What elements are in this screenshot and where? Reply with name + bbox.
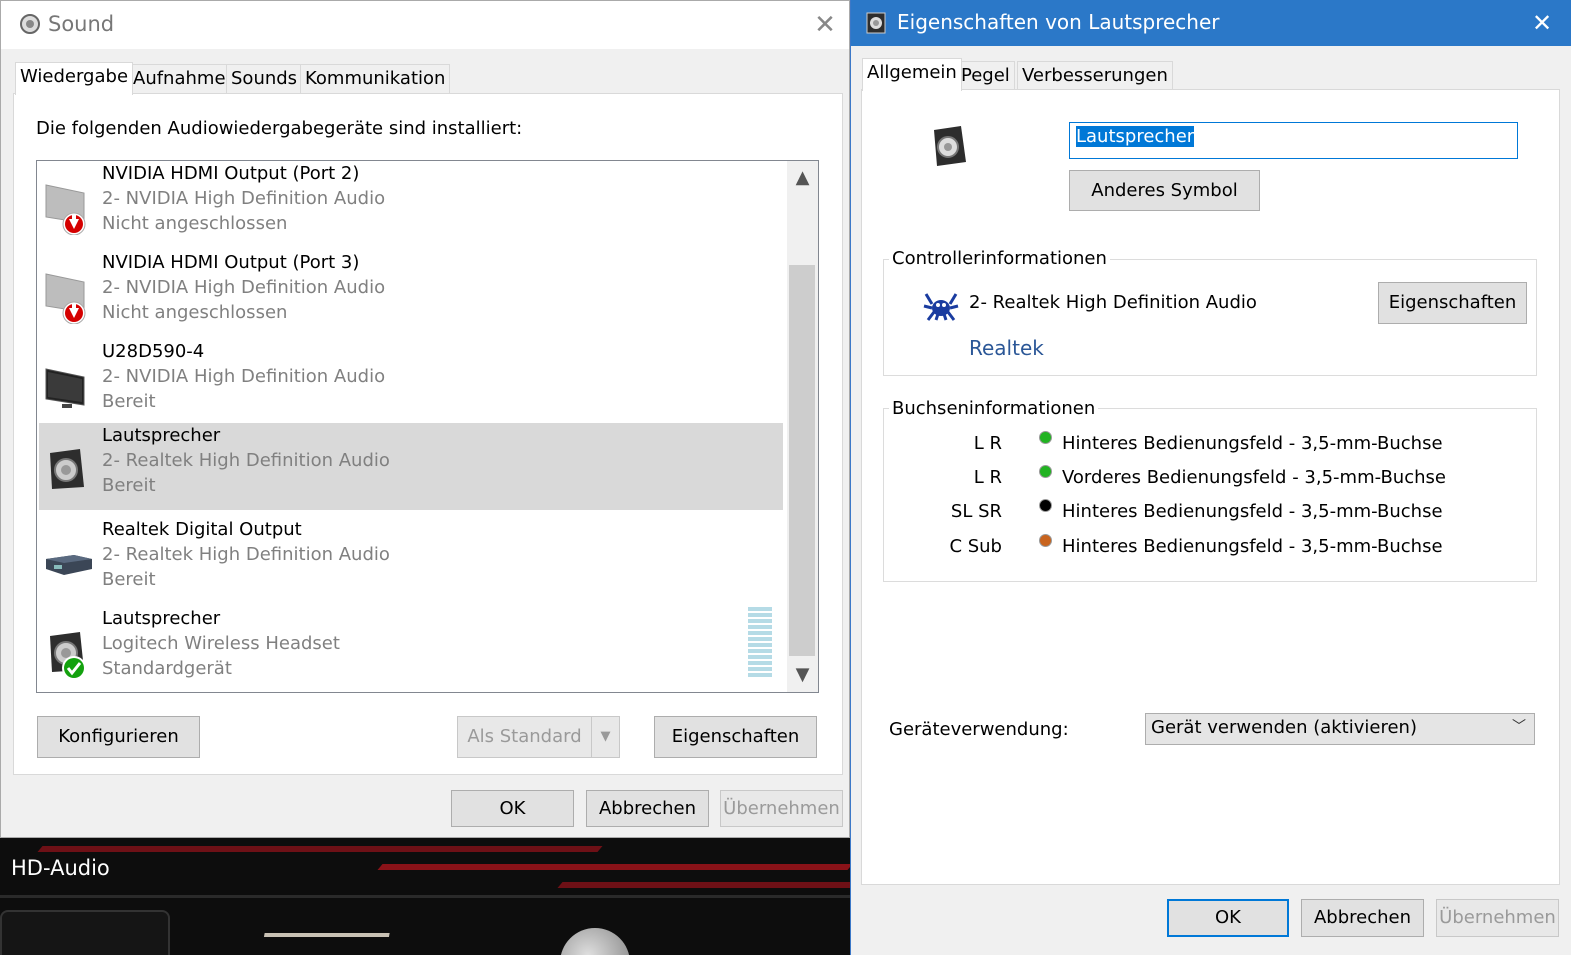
- monitor-disconnected-icon: [45, 273, 86, 324]
- monitor-disconnected-icon: [45, 184, 86, 235]
- speaker-icon: [50, 449, 84, 489]
- hd-audio-title: HD-Audio: [11, 856, 110, 880]
- tab-allgemein[interactable]: Allgemein: [862, 58, 962, 91]
- decorative-stripe: [37, 846, 603, 852]
- device-status: Bereit: [102, 391, 156, 412]
- device-usage-select[interactable]: Gerät verwenden (aktivieren) ﹀: [1145, 713, 1535, 745]
- device-panel[interactable]: [0, 910, 170, 955]
- scroll-down-icon[interactable]: ▼: [787, 658, 818, 692]
- ok-button[interactable]: OK: [1167, 899, 1289, 937]
- decorative-stripe: [557, 882, 850, 888]
- device-driver: 2- Realtek High Definition Audio: [102, 544, 390, 565]
- jack-channels: SL SR: [950, 501, 1002, 522]
- microphone-icon[interactable]: [560, 928, 630, 955]
- device-driver: 2- NVIDIA High Definition Audio: [102, 277, 386, 298]
- speaker-app-icon: [20, 14, 40, 34]
- tab-wiedergabe[interactable]: Wiedergabe: [15, 62, 134, 95]
- jack-color-green-icon: [1039, 431, 1052, 444]
- jack-channels: C Sub: [949, 536, 1002, 557]
- device-item[interactable]: Lautsprecher Logitech Wireless Headset S…: [39, 606, 783, 692]
- jack-channels: L R: [973, 433, 1002, 454]
- realtek-link[interactable]: Realtek: [969, 336, 1044, 360]
- properties-titlebar[interactable]: Eigenschaften von Lautsprecher ✕: [851, 0, 1571, 46]
- device-driver: Logitech Wireless Headset: [102, 633, 340, 654]
- scroll-up-icon[interactable]: ▲: [787, 161, 818, 195]
- cancel-button[interactable]: Abbrechen: [586, 790, 709, 827]
- device-status: Nicht angeschlossen: [102, 213, 288, 234]
- list-description: Die folgenden Audiowiedergabegeräte sind…: [36, 118, 523, 139]
- jack-color-black-icon: [1039, 499, 1052, 512]
- device-properties-button[interactable]: Eigenschaften: [654, 716, 817, 758]
- device-name: Lautsprecher: [102, 608, 221, 629]
- device-status: Bereit: [102, 569, 156, 590]
- close-icon[interactable]: ✕: [1526, 7, 1558, 39]
- close-icon[interactable]: ✕: [809, 9, 841, 41]
- jack-description: Vorderes Bedienungsfeld - 3,5-mm-Buchse: [1062, 467, 1446, 488]
- controller-properties-button[interactable]: Eigenschaften: [1378, 282, 1527, 324]
- device-item[interactable]: Realtek Digital Output 2- Realtek High D…: [39, 517, 783, 604]
- device-name: Lautsprecher: [102, 425, 221, 446]
- divider: [0, 895, 850, 898]
- jack-color-orange-icon: [1039, 534, 1052, 547]
- speaker-icon: [866, 12, 886, 34]
- window-title: Sound: [48, 12, 115, 36]
- tab-kommunikation[interactable]: Kommunikation: [300, 64, 451, 94]
- configure-button[interactable]: Konfigurieren: [37, 716, 200, 758]
- digital-output-icon: [46, 555, 92, 575]
- device-item-selected[interactable]: Lautsprecher 2- Realtek High Definition …: [39, 423, 783, 510]
- tab-sounds[interactable]: Sounds: [226, 64, 303, 94]
- realtek-crab-icon: [923, 293, 959, 321]
- tab-aufnahme[interactable]: Aufnahme: [128, 64, 231, 94]
- device-name: NVIDIA HDMI Output (Port 3): [102, 252, 360, 273]
- device-status: Nicht angeschlossen: [102, 302, 288, 323]
- device-driver: 2- Realtek High Definition Audio: [102, 450, 390, 471]
- tab-verbesserungen[interactable]: Verbesserungen: [1017, 61, 1173, 91]
- ok-button[interactable]: OK: [451, 790, 574, 827]
- device-driver: 2- NVIDIA High Definition Audio: [102, 366, 386, 387]
- device-name: Realtek Digital Output: [102, 519, 302, 540]
- controller-group-label: Controllerinformationen: [889, 248, 1110, 269]
- device-list[interactable]: NVIDIA HDMI Output (Port 2) 2- NVIDIA Hi…: [36, 160, 819, 693]
- apply-button[interactable]: Übernehmen: [1436, 899, 1559, 937]
- monitor-icon: [45, 368, 85, 408]
- jack-description: Hinteres Bedienungsfeld - 3,5-mm-Buchse: [1062, 433, 1443, 454]
- chevron-down-icon: ﹀: [1512, 719, 1526, 735]
- tab-pegel[interactable]: Pegel: [956, 61, 1015, 91]
- sound-titlebar[interactable]: Sound ✕: [1, 1, 849, 49]
- speaker-default-icon: [50, 632, 86, 680]
- device-name: NVIDIA HDMI Output (Port 2): [102, 163, 360, 184]
- scrollbar[interactable]: ▲ ▼: [787, 161, 818, 692]
- jack-description: Hinteres Bedienungsfeld - 3,5-mm-Buchse: [1062, 536, 1443, 557]
- device-item[interactable]: NVIDIA HDMI Output (Port 2) 2- NVIDIA Hi…: [39, 161, 783, 248]
- apply-button[interactable]: Übernehmen: [720, 790, 843, 827]
- device-item[interactable]: U28D590-4 2- NVIDIA High Definition Audi…: [39, 339, 783, 426]
- device-usage-label: Geräteverwendung:: [889, 719, 1069, 740]
- device-usage-value: Gerät verwenden (aktivieren): [1151, 717, 1417, 738]
- hd-audio-background-window: HD-Audio: [0, 838, 850, 955]
- device-status: Bereit: [102, 475, 156, 496]
- device-name-value: Lautsprecher: [1076, 126, 1195, 147]
- device-image: [259, 933, 390, 955]
- controller-name: 2- Realtek High Definition Audio: [969, 292, 1257, 313]
- volume-level-meter: [748, 607, 772, 677]
- speaker-device-icon: [934, 126, 966, 166]
- sound-dialog: Sound ✕ Wiedergabe Aufnahme Sounds Kommu…: [0, 0, 850, 838]
- device-status: Standardgerät: [102, 658, 232, 679]
- device-item[interactable]: NVIDIA HDMI Output (Port 3) 2- NVIDIA Hi…: [39, 250, 783, 337]
- cancel-button[interactable]: Abbrechen: [1301, 899, 1424, 937]
- set-default-dropdown-icon[interactable]: ▼: [591, 716, 620, 758]
- scroll-thumb[interactable]: [789, 265, 815, 656]
- device-name: U28D590-4: [102, 341, 205, 362]
- device-name-input[interactable]: Lautsprecher: [1069, 122, 1518, 159]
- jack-channels: L R: [973, 467, 1002, 488]
- set-default-button[interactable]: Als Standard: [457, 716, 592, 758]
- device-driver: 2- NVIDIA High Definition Audio: [102, 188, 386, 209]
- jacks-group-label: Buchseninformationen: [889, 398, 1099, 419]
- change-icon-button[interactable]: Anderes Symbol: [1069, 170, 1260, 211]
- decorative-stripe: [377, 864, 850, 870]
- jack-color-green-icon: [1039, 465, 1052, 478]
- jack-description: Hinteres Bedienungsfeld - 3,5-mm-Buchse: [1062, 501, 1443, 522]
- window-title: Eigenschaften von Lautsprecher: [897, 10, 1220, 34]
